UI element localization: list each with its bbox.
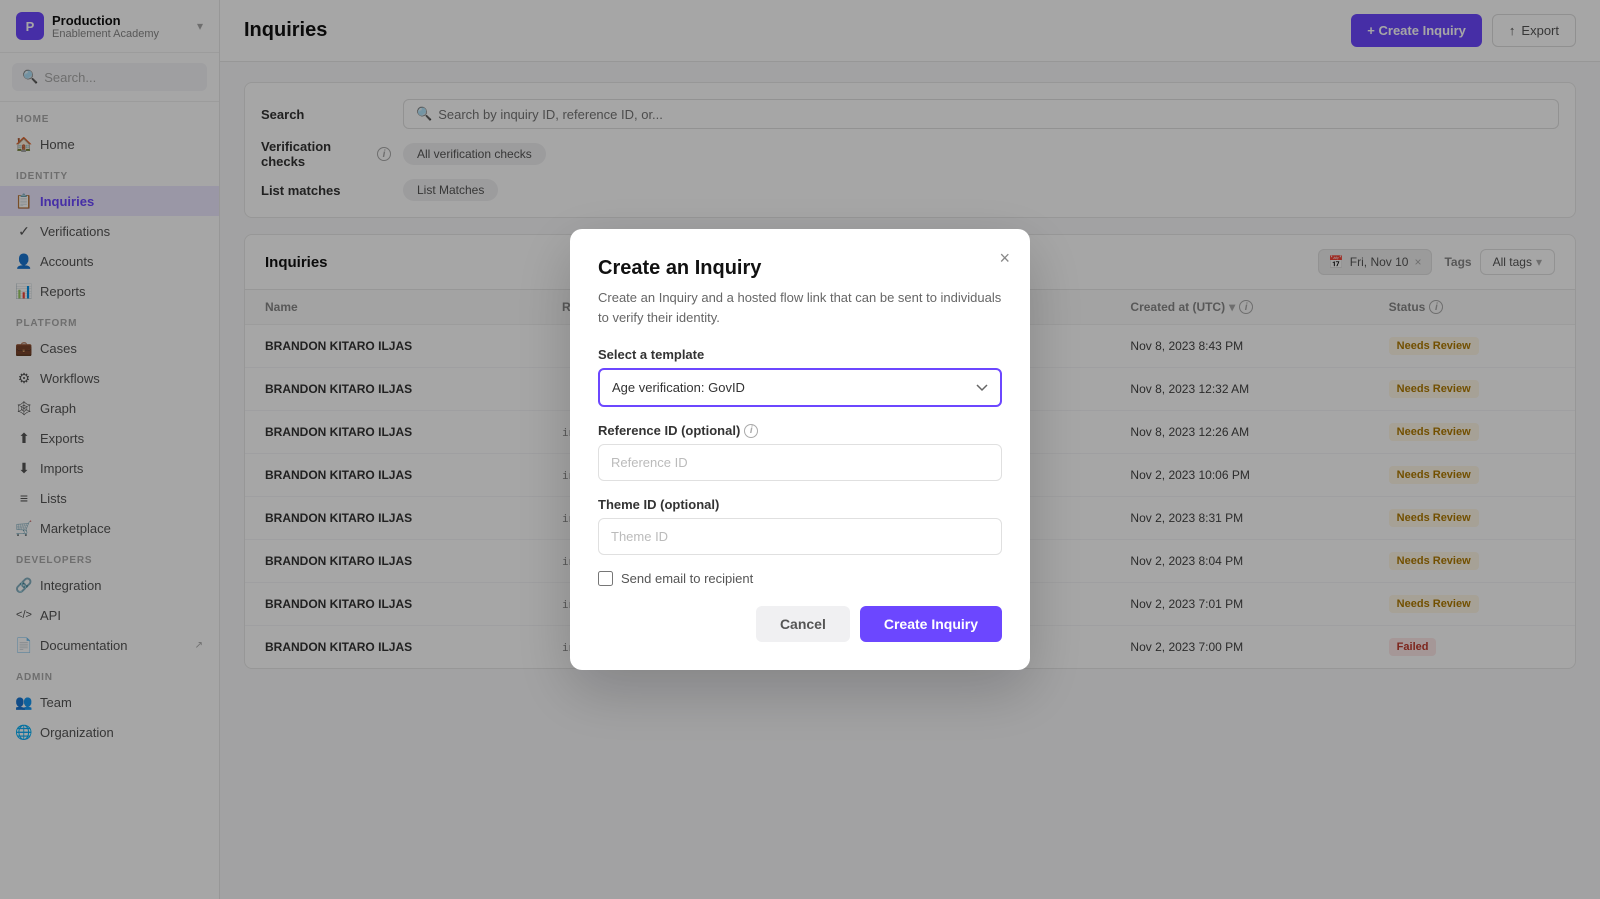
reference-id-input[interactable] [598, 444, 1002, 481]
modal-footer: Cancel Create Inquiry [598, 606, 1002, 642]
send-email-row: Send email to recipient [598, 571, 1002, 586]
theme-id-input[interactable] [598, 518, 1002, 555]
modal-close-button[interactable]: × [999, 249, 1010, 267]
send-email-checkbox[interactable] [598, 571, 613, 586]
info-icon: i [744, 424, 758, 438]
template-label: Select a template [598, 347, 1002, 362]
theme-id-form-group: Theme ID (optional) [598, 497, 1002, 555]
modal-description: Create an Inquiry and a hosted flow link… [598, 288, 1002, 327]
template-select[interactable]: Age verification: GovID Identity verific… [598, 368, 1002, 407]
cancel-button[interactable]: Cancel [756, 606, 850, 642]
theme-id-label: Theme ID (optional) [598, 497, 1002, 512]
send-email-label: Send email to recipient [621, 571, 753, 586]
reference-id-label: Reference ID (optional) i [598, 423, 1002, 438]
template-form-group: Select a template Age verification: GovI… [598, 347, 1002, 407]
modal-overlay[interactable]: × Create an Inquiry Create an Inquiry an… [0, 0, 1600, 899]
create-inquiry-modal: × Create an Inquiry Create an Inquiry an… [570, 229, 1030, 670]
create-button[interactable]: Create Inquiry [860, 606, 1002, 642]
modal-title: Create an Inquiry [598, 257, 1002, 280]
reference-id-form-group: Reference ID (optional) i [598, 423, 1002, 481]
